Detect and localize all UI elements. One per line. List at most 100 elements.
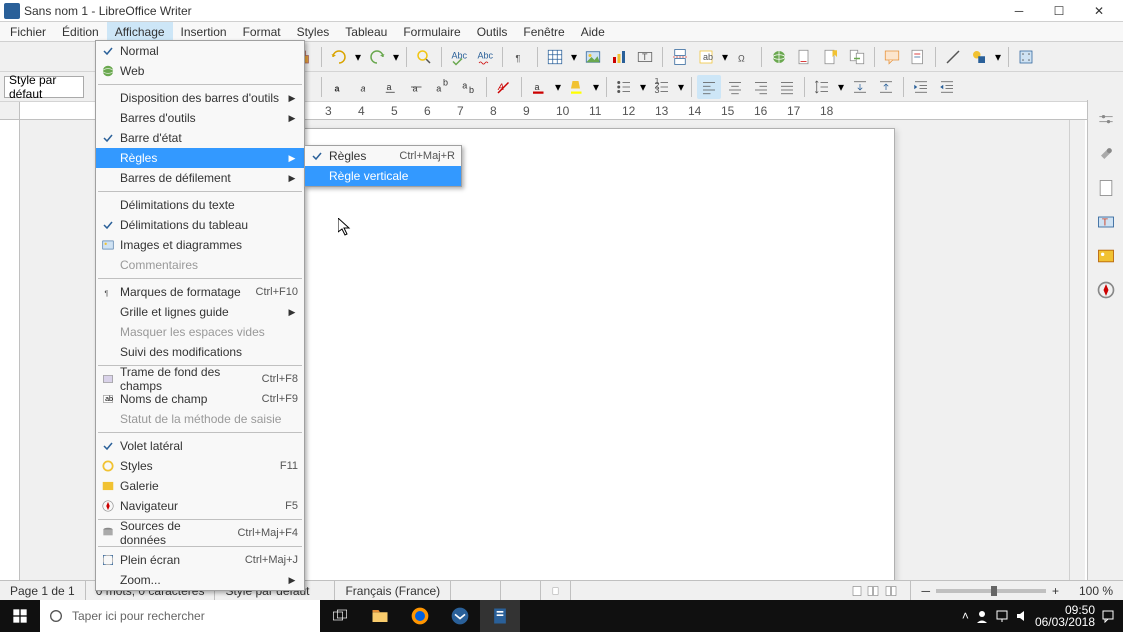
status-zoom-value[interactable]: 100 %: [1069, 581, 1123, 600]
status-page[interactable]: Page 1 de 1: [0, 581, 86, 600]
superscript-button[interactable]: ab: [431, 75, 455, 99]
insert-textbox-button[interactable]: T: [633, 45, 657, 69]
submenu-item-r-gles[interactable]: RèglesCtrl+Maj+R: [305, 146, 461, 166]
sidebar-page-icon[interactable]: [1092, 174, 1120, 202]
bold-button[interactable]: a: [327, 75, 351, 99]
footnote-button[interactable]: [793, 45, 817, 69]
underline-button[interactable]: a: [379, 75, 403, 99]
insert-table-button[interactable]: [543, 45, 567, 69]
tray-people-icon[interactable]: [975, 609, 989, 623]
field-dropdown[interactable]: ▾: [720, 50, 730, 64]
taskbar-writer[interactable]: [480, 600, 520, 632]
tray-clock[interactable]: 09:50 06/03/2018: [1035, 604, 1095, 628]
number-list-button[interactable]: 123: [650, 75, 674, 99]
menu-aide[interactable]: Aide: [573, 22, 613, 41]
redo-button[interactable]: [365, 45, 389, 69]
tray-notifications-icon[interactable]: [1101, 609, 1115, 623]
menu-insertion[interactable]: Insertion: [173, 22, 235, 41]
subscript-button[interactable]: ab: [457, 75, 481, 99]
strikethrough-button[interactable]: a: [405, 75, 429, 99]
sidebar-properties-icon[interactable]: [1092, 140, 1120, 168]
menu-item-grille-et-lignes-guide[interactable]: Grille et lignes guide▶: [96, 302, 304, 322]
italic-button[interactable]: a: [353, 75, 377, 99]
status-view-layout[interactable]: [840, 581, 911, 600]
menu-item-barres-d-outils[interactable]: Barres d'outils▶: [96, 108, 304, 128]
clear-format-button[interactable]: A: [492, 75, 516, 99]
menu-outils[interactable]: Outils: [469, 22, 516, 41]
font-color-dropdown[interactable]: ▾: [553, 80, 563, 94]
highlight-dropdown[interactable]: ▾: [591, 80, 601, 94]
system-tray[interactable]: ˄ 09:50 06/03/2018: [962, 604, 1123, 628]
hyperlink-button[interactable]: [767, 45, 791, 69]
bullet-dropdown[interactable]: ▾: [638, 80, 648, 94]
vertical-ruler[interactable]: [0, 120, 20, 600]
menu-item-r-gles[interactable]: Règles▶: [96, 148, 304, 168]
status-language[interactable]: Français (France): [335, 581, 451, 600]
menu-formulaire[interactable]: Formulaire: [395, 22, 468, 41]
menu-item-barres-de-d-filement[interactable]: Barres de défilement▶: [96, 168, 304, 188]
draw-functions-button[interactable]: [1014, 45, 1038, 69]
menu-item-galerie[interactable]: Galerie: [96, 476, 304, 496]
taskview-button[interactable]: [320, 600, 360, 632]
align-justify-button[interactable]: [775, 75, 799, 99]
tray-volume-icon[interactable]: [1015, 609, 1029, 623]
insert-image-button[interactable]: [581, 45, 605, 69]
undo-button[interactable]: [327, 45, 351, 69]
menu-item-barre-d-tat[interactable]: Barre d'état: [96, 128, 304, 148]
taskbar-search[interactable]: Taper ici pour rechercher: [40, 600, 320, 632]
track-changes-button[interactable]: [906, 45, 930, 69]
submenu-item-r-gle-verticale[interactable]: Règle verticale: [305, 166, 461, 186]
menu-item-noms-de-champ[interactable]: abNoms de champCtrl+F9: [96, 389, 304, 409]
menu-item-marques-de-formatage[interactable]: ¶Marques de formatageCtrl+F10: [96, 282, 304, 302]
menu-item-trame-de-fond-des-champs[interactable]: Trame de fond des champsCtrl+F8: [96, 369, 304, 389]
sidebar-styles-icon[interactable]: T: [1092, 208, 1120, 236]
bullet-list-button[interactable]: [612, 75, 636, 99]
line-button[interactable]: [941, 45, 965, 69]
nonprinting-button[interactable]: ¶: [508, 45, 532, 69]
vertical-scrollbar[interactable]: [1069, 120, 1085, 600]
sidebar-navigator-icon[interactable]: [1092, 276, 1120, 304]
undo-dropdown[interactable]: ▾: [353, 50, 363, 64]
insert-chart-button[interactable]: [607, 45, 631, 69]
close-button[interactable]: ✕: [1079, 0, 1119, 22]
menu-styles[interactable]: Styles: [289, 22, 338, 41]
page-break-button[interactable]: [668, 45, 692, 69]
maximize-button[interactable]: ☐: [1039, 0, 1079, 22]
tray-network-icon[interactable]: [995, 609, 1009, 623]
menu-item-d-limitations-du-tableau[interactable]: Délimitations du tableau: [96, 215, 304, 235]
status-signature[interactable]: [541, 581, 571, 600]
redo-dropdown[interactable]: ▾: [391, 50, 401, 64]
menu-edition[interactable]: Édition: [54, 22, 107, 41]
menu-affichage[interactable]: Affichage: [107, 22, 173, 41]
sidebar-settings-icon[interactable]: [1092, 106, 1120, 134]
table-dropdown[interactable]: ▾: [569, 50, 579, 64]
line-spacing-button[interactable]: [810, 75, 834, 99]
autospell-button[interactable]: Abc: [473, 45, 497, 69]
number-dropdown[interactable]: ▾: [676, 80, 686, 94]
menu-tableau[interactable]: Tableau: [337, 22, 395, 41]
paragraph-style-select[interactable]: Style par défaut: [4, 76, 84, 98]
start-button[interactable]: [0, 600, 40, 632]
menu-item-disposition-des-barres-d-outils[interactable]: Disposition des barres d'outils▶: [96, 88, 304, 108]
menu-fenetre[interactable]: Fenêtre: [515, 22, 572, 41]
decrease-indent-button[interactable]: [935, 75, 959, 99]
minimize-button[interactable]: ─: [999, 0, 1039, 22]
align-left-button[interactable]: [697, 75, 721, 99]
spellcheck-button[interactable]: Abc: [447, 45, 471, 69]
menu-item-d-limitations-du-texte[interactable]: Délimitations du texte: [96, 195, 304, 215]
menu-item-styles[interactable]: StylesF11: [96, 456, 304, 476]
menu-fichier[interactable]: Fichier: [2, 22, 54, 41]
menu-format[interactable]: Format: [235, 22, 289, 41]
menu-item-images-et-diagrammes[interactable]: Images et diagrammes: [96, 235, 304, 255]
bookmark-button[interactable]: [819, 45, 843, 69]
status-selection-mode[interactable]: [501, 581, 541, 600]
increase-indent-button[interactable]: [909, 75, 933, 99]
align-right-button[interactable]: [749, 75, 773, 99]
menu-item-zoom-[interactable]: Zoom...▶: [96, 570, 304, 590]
insert-field-button[interactable]: ab: [694, 45, 718, 69]
special-char-button[interactable]: Ω: [732, 45, 756, 69]
find-button[interactable]: [412, 45, 436, 69]
font-color-button[interactable]: a: [527, 75, 551, 99]
menu-item-plein-cran[interactable]: Plein écranCtrl+Maj+J: [96, 550, 304, 570]
menu-item-volet-lat-ral[interactable]: Volet latéral: [96, 436, 304, 456]
